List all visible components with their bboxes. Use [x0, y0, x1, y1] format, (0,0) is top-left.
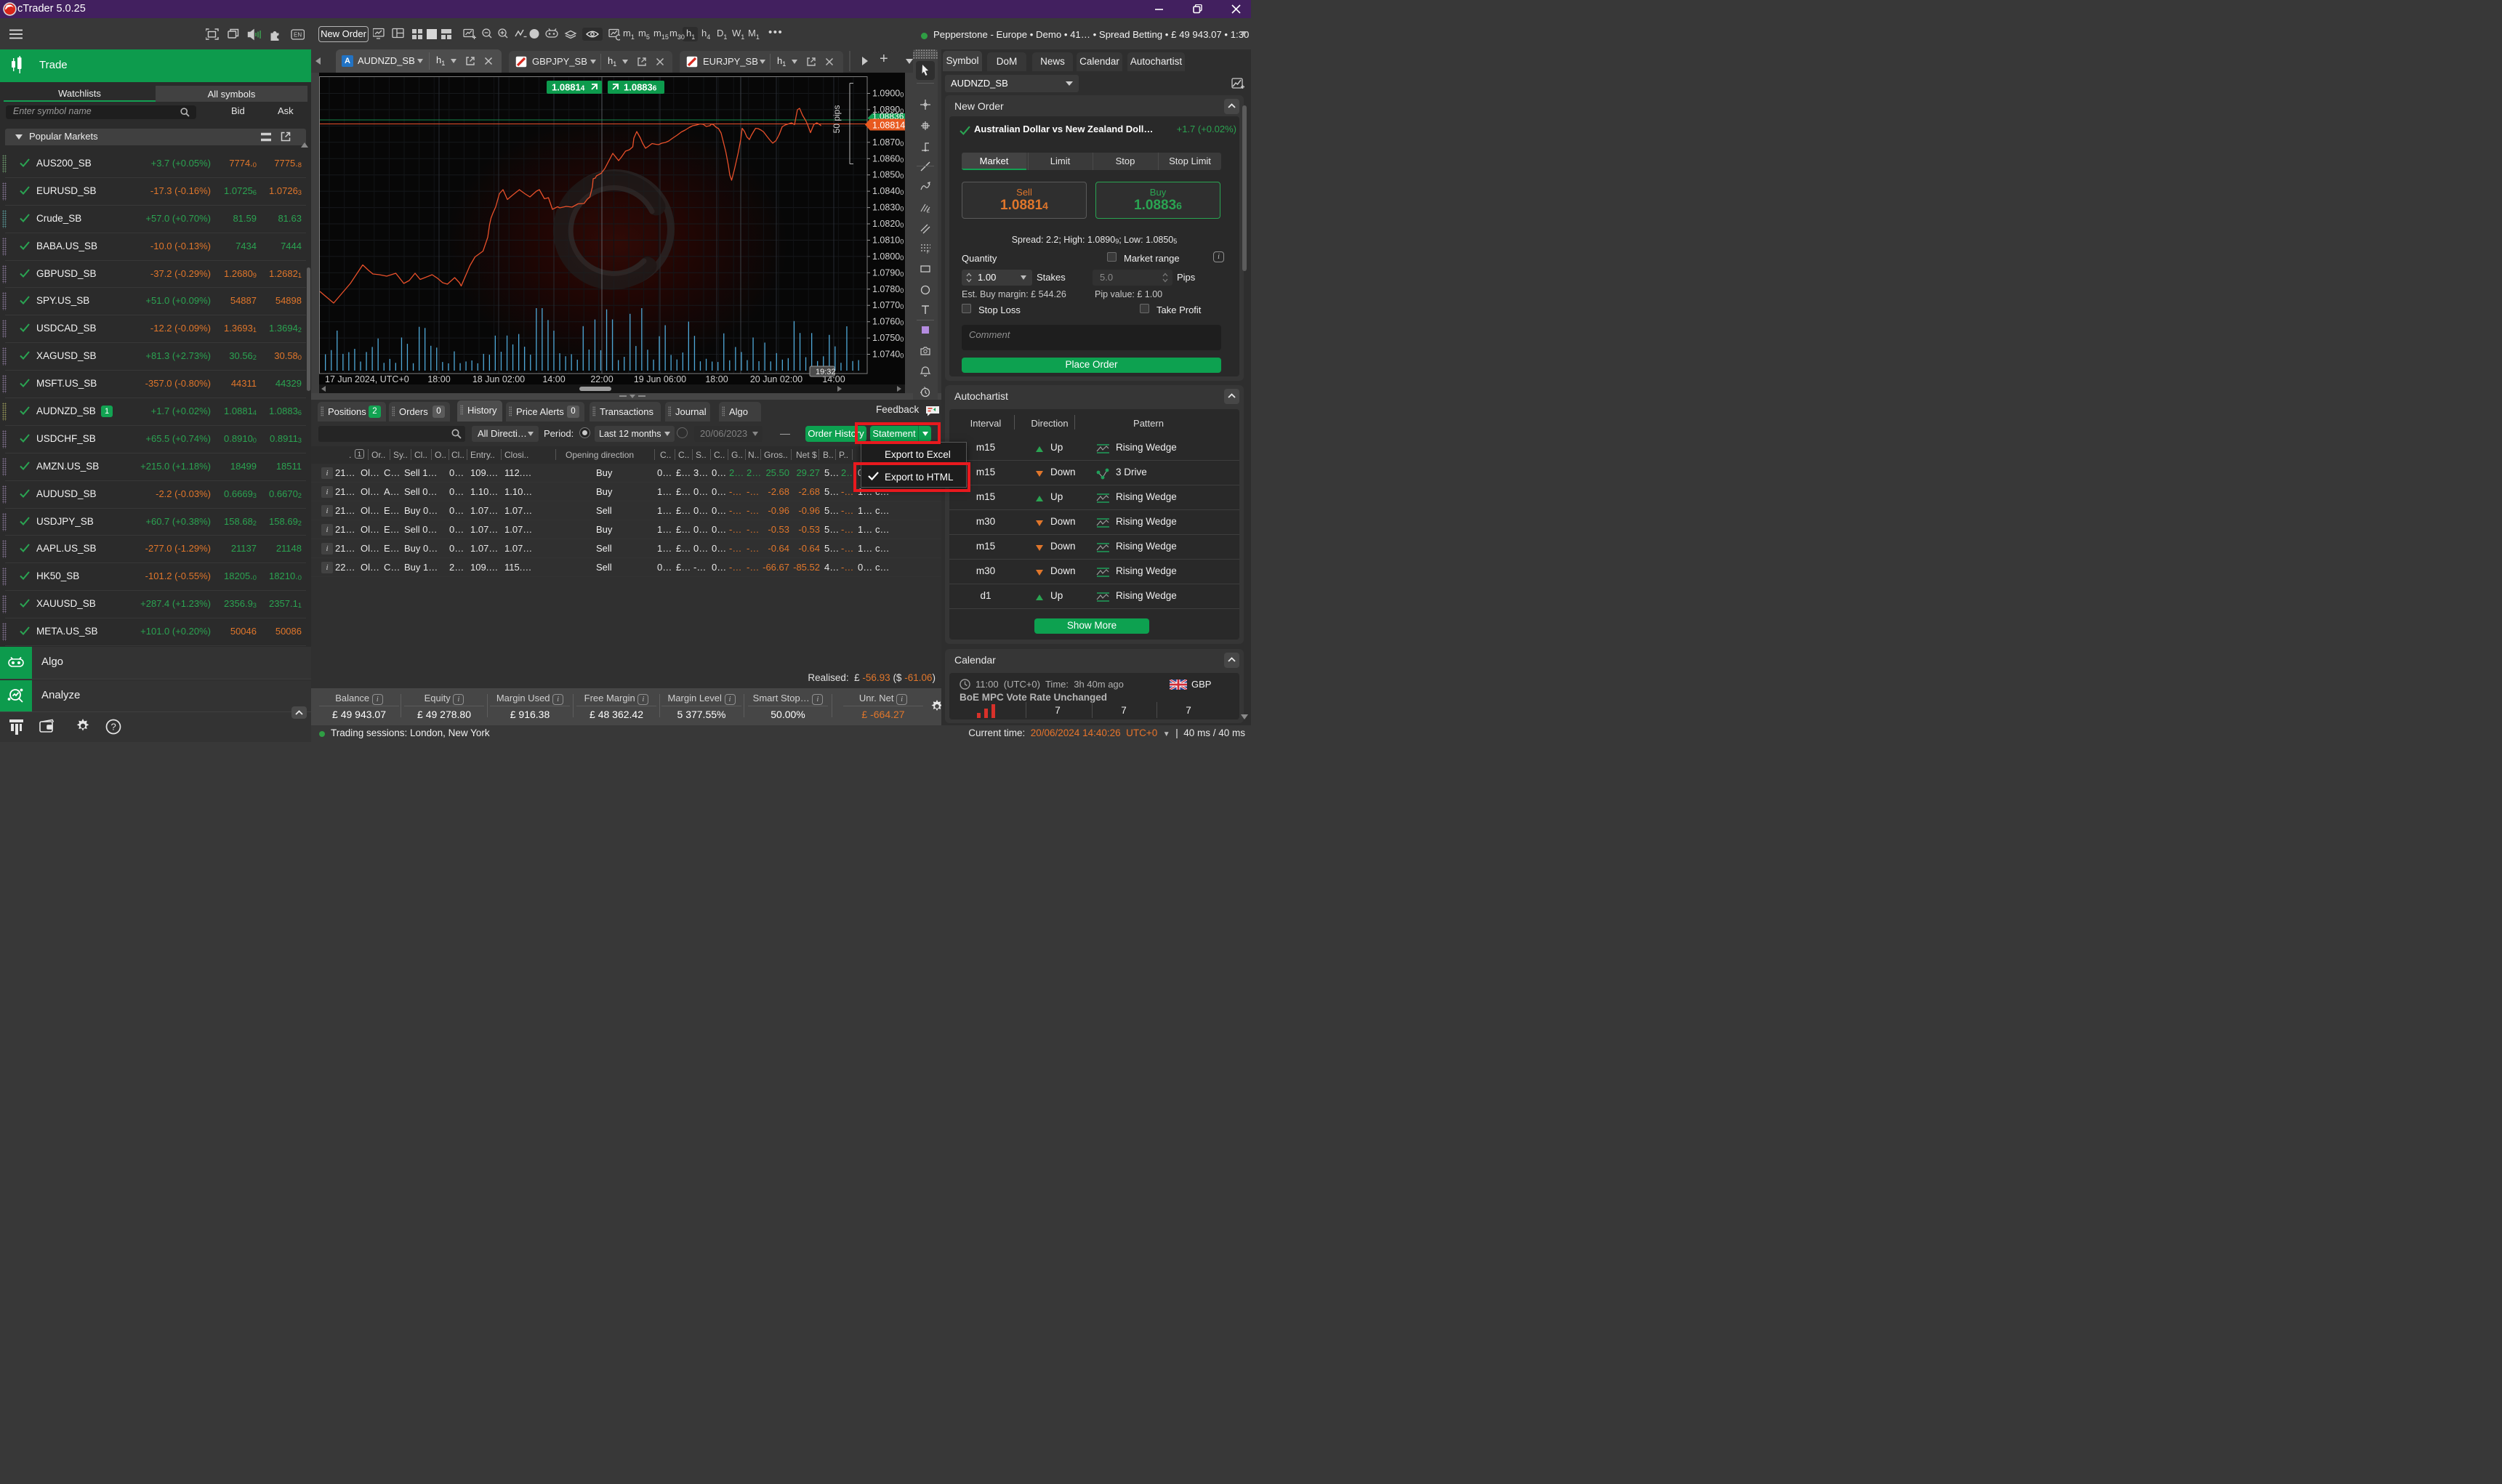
svg-text:F: F: [927, 250, 930, 254]
svg-text:1.08814: 1.08814: [872, 121, 905, 131]
svg-text:1.07600: 1.07600: [872, 317, 904, 327]
svg-text:1.09000: 1.09000: [872, 89, 904, 99]
svg-text:20 Jun 02:00: 20 Jun 02:00: [750, 374, 803, 384]
svg-text:1.08814: 1.08814: [552, 82, 585, 93]
svg-text:18 Jun 02:00: 18 Jun 02:00: [472, 374, 525, 384]
svg-text:1.08600: 1.08600: [872, 153, 904, 164]
svg-text:22:00: 22:00: [590, 374, 613, 384]
svg-text:1.07800: 1.07800: [872, 284, 904, 294]
svg-text:17 Jun 2024, UTC+0: 17 Jun 2024, UTC+0: [325, 374, 409, 384]
svg-text:1.08000: 1.08000: [872, 251, 904, 262]
svg-text:?: ?: [111, 722, 116, 733]
svg-text:1.08300: 1.08300: [872, 203, 904, 213]
svg-text:1.07400: 1.07400: [872, 350, 904, 360]
svg-text:1.08400: 1.08400: [872, 186, 904, 196]
svg-text:18:00: 18:00: [705, 374, 728, 384]
svg-text:1.07700: 1.07700: [872, 300, 904, 310]
svg-text:1.08200: 1.08200: [872, 219, 904, 229]
svg-text:19:32: 19:32: [816, 368, 836, 376]
svg-text:1.08500: 1.08500: [872, 170, 904, 180]
svg-text:14:00: 14:00: [542, 374, 565, 384]
svg-text:18:00: 18:00: [427, 374, 450, 384]
svg-text:EN: EN: [294, 32, 302, 39]
svg-text:50 pips: 50 pips: [832, 105, 842, 134]
svg-text:1.08100: 1.08100: [872, 235, 904, 246]
svg-text:1.07900: 1.07900: [872, 267, 904, 278]
svg-text:1.08700: 1.08700: [872, 137, 904, 148]
svg-text:1.08836: 1.08836: [624, 82, 657, 93]
svg-text:19 Jun 06:00: 19 Jun 06:00: [634, 374, 686, 384]
svg-text:1.07500: 1.07500: [872, 333, 904, 343]
svg-text:E: E: [927, 210, 930, 214]
